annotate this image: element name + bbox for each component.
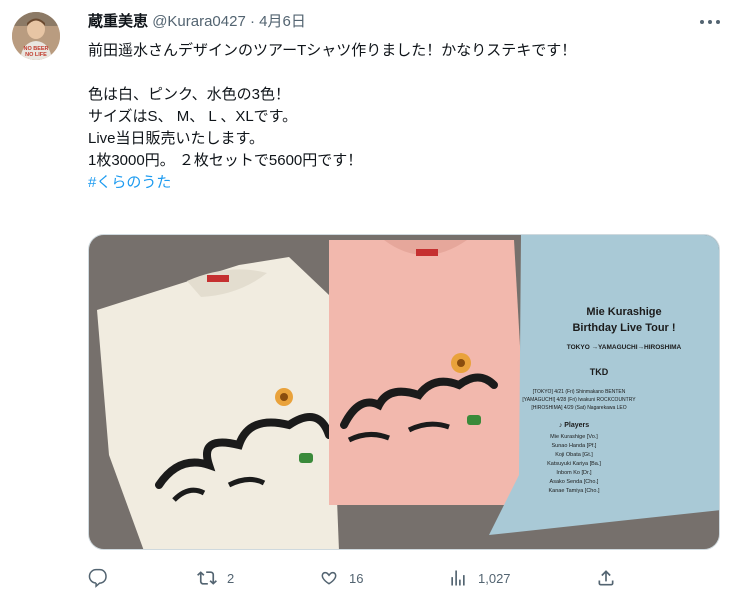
tweet-photo[interactable]: Mie Kurashige Birthday Live Tour ! TOKYO… [88, 234, 720, 550]
tweet-header: 蔵重美恵 @Kurara0427 · 4月6日 [88, 12, 306, 32]
tweet-line: 前田遥水さんデザインのツアーTシャツ作りました！かなりステキです！ [88, 42, 577, 59]
heart-icon [321, 571, 337, 585]
shirt-player: Inbom Ko [Dr.] [556, 470, 592, 476]
shirt-date-2: [YAMAGUCHI] 4/28 (Fri) Iwakuni ROCKCOUNT… [522, 397, 636, 403]
avatar-shirt-line-2: NO LIFE [25, 52, 47, 58]
reply-button[interactable] [88, 566, 108, 590]
reply-icon [88, 568, 107, 588]
shirt-player: Mie Kurashige [Vo.] [550, 434, 598, 440]
blue-tshirt: Mie Kurashige Birthday Live Tour ! TOKYO… [489, 235, 719, 535]
retweet-button[interactable]: 2 [197, 566, 234, 590]
more-options-icon[interactable] [700, 14, 720, 30]
like-button[interactable]: 16 [319, 566, 363, 590]
tweet-line: 1枚3000円。 ２枚セットで5600円です！ [88, 152, 363, 169]
retweet-count: 2 [227, 570, 235, 586]
views-icon [451, 570, 465, 586]
shirt-date-3: [HIROSHIMA] 4/29 (Sat) Nagarekawa LEO [531, 405, 626, 411]
tweet-line [88, 62, 708, 84]
tweet-action-bar: 2 16 1,027 [88, 566, 720, 590]
tweet-text: 前田遥水さんデザインのツアーTシャツ作りました！かなりステキです！ 色は白、ピン… [88, 40, 708, 194]
like-count: 16 [349, 570, 364, 586]
tweet-line: サイズはS、 M、 L 、XLです。 [88, 108, 298, 125]
share-icon [598, 570, 614, 586]
shirt-title-line-2: Birthday Live Tour ! [572, 322, 675, 334]
separator-dot: · [249, 13, 255, 30]
tweet-line: 色は白、ピンク、水色の3色！ [88, 86, 290, 103]
share-button[interactable] [596, 566, 616, 590]
retweet-icon [197, 571, 217, 585]
author-handle[interactable]: @Kurara0427 [152, 13, 246, 30]
tshirt-photo: Mie Kurashige Birthday Live Tour ! TOKYO… [89, 235, 719, 549]
author-name[interactable]: 蔵重美恵 [88, 13, 148, 30]
shirt-date-1: [TOKYO] 4/21 (Fri) Shinmakano BENTEN [533, 389, 626, 395]
views-button[interactable]: 1,027 [448, 566, 511, 590]
shirt-players-heading: ♪ Players [559, 422, 589, 429]
shirt-player: Koji Obata [Gt.] [555, 452, 593, 458]
hashtag-link[interactable]: #くらのうた [88, 174, 171, 191]
shirt-player: Kanae Tamiya [Cho.] [549, 488, 600, 494]
shirt-player: Katsuyuki Kariya [Ba.] [547, 461, 601, 467]
shirt-player: Asako Senda [Cho.] [550, 479, 599, 485]
shirt-player: Sunao Handa [Pf.] [552, 443, 597, 449]
avatar-image: NO BEER NO LIFE [12, 12, 60, 60]
pink-tshirt [329, 240, 529, 505]
shirt-logo: TKD [590, 367, 609, 377]
tweet-date[interactable]: 4月6日 [259, 13, 306, 30]
shirt-title-line-1: Mie Kurashige [586, 306, 661, 318]
views-count: 1,027 [478, 570, 511, 586]
tweet-line: Live当日販売いたします。 [88, 130, 265, 147]
shirt-tour-route: TOKYO →YAMAGUCHI→HIROSHIMA [567, 344, 682, 351]
white-tshirt [97, 257, 339, 549]
author-avatar[interactable]: NO BEER NO LIFE [12, 12, 60, 60]
